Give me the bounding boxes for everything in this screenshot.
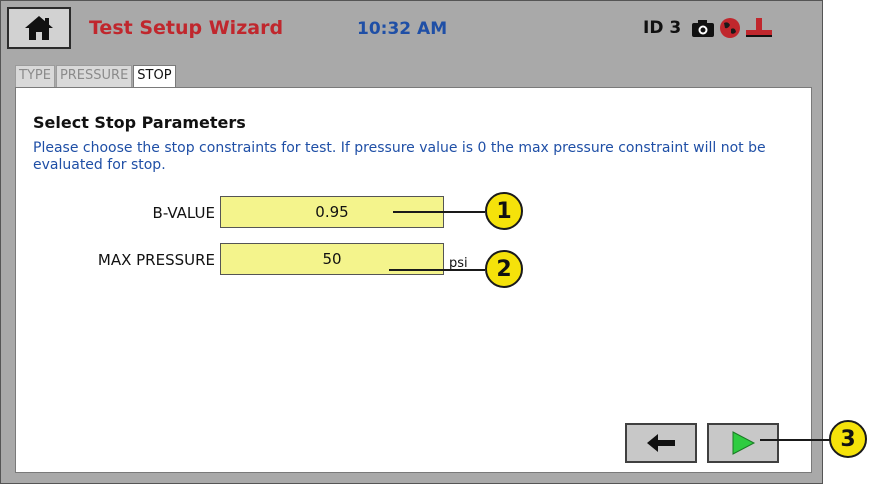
callout-3: 3 [829, 420, 867, 458]
callout-2: 2 [485, 250, 523, 288]
callout-3-leader [760, 439, 830, 441]
stop-parameters-panel: Select Stop Parameters Please choose the… [15, 87, 812, 473]
next-button[interactable] [707, 423, 779, 463]
top-bar: Test Setup Wizard 10:32 AM ID 3 [1, 1, 822, 61]
device-id: ID 3 [643, 18, 682, 38]
callout-2-leader [389, 269, 485, 271]
globe-icon[interactable] [719, 17, 741, 39]
arrow-left-icon [647, 434, 675, 452]
b-value-label: B-VALUE [152, 204, 215, 222]
home-button[interactable] [7, 7, 71, 49]
clock: 10:32 AM [357, 19, 448, 39]
section-title: Select Stop Parameters [33, 113, 246, 132]
network-icon[interactable] [745, 17, 773, 39]
max-pressure-label: MAX PRESSURE [97, 251, 215, 269]
tab-type[interactable]: TYPE [15, 65, 55, 87]
home-icon [25, 16, 53, 40]
callout-1: 1 [485, 192, 523, 230]
camera-icon[interactable] [691, 19, 715, 38]
wizard-tabs: TYPE PRESSURE STOP [15, 65, 177, 87]
device-screen: Test Setup Wizard 10:32 AM ID 3 TYPE PRE… [0, 0, 823, 484]
status-area: ID 3 [643, 17, 773, 39]
play-icon [732, 431, 756, 455]
app-title: Test Setup Wizard [89, 17, 284, 39]
instructions-text: Please choose the stop constraints for t… [33, 140, 766, 173]
tab-pressure[interactable]: PRESSURE [55, 65, 133, 87]
tab-stop[interactable]: STOP [133, 65, 176, 87]
callout-1-leader [393, 211, 485, 213]
back-button[interactable] [625, 423, 697, 463]
